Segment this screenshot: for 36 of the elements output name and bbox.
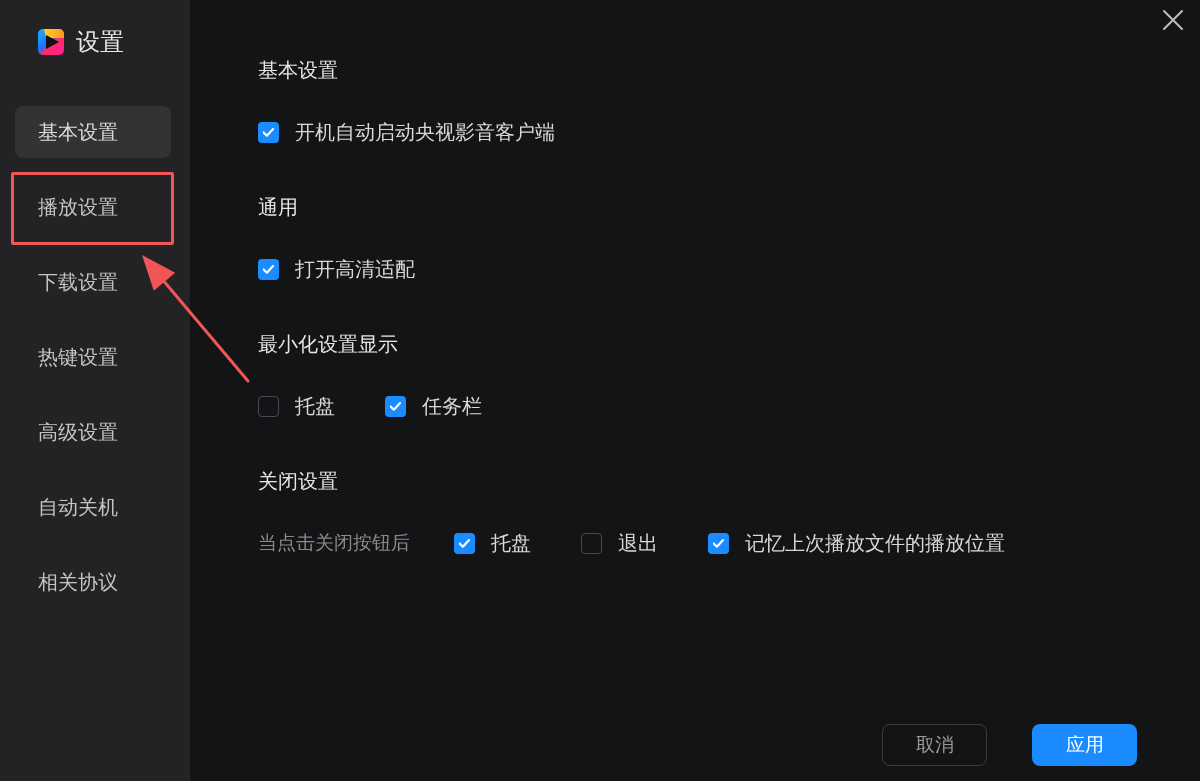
section-title: 通用 <box>258 194 298 221</box>
checkbox-label: 记忆上次播放文件的播放位置 <box>745 529 1005 557</box>
check-icon <box>713 538 724 548</box>
sidebar-item[interactable]: 播放设置 <box>15 181 171 233</box>
close-icon <box>1162 9 1184 31</box>
cancel-button[interactable]: 取消 <box>882 724 987 766</box>
logo-icon <box>38 29 64 55</box>
checkbox-label: 退出 <box>618 529 658 557</box>
checkbox[interactable] <box>708 532 729 554</box>
check-icon <box>390 401 401 411</box>
checkbox[interactable] <box>581 532 602 554</box>
check-icon <box>459 538 470 548</box>
sidebar-item[interactable]: 相关协议 <box>15 556 171 608</box>
checkbox[interactable] <box>454 532 475 554</box>
checkbox-label: 打开高清适配 <box>295 255 415 283</box>
section-title: 基本设置 <box>258 57 338 84</box>
checkbox[interactable] <box>385 395 406 417</box>
sidebar-item[interactable]: 高级设置 <box>15 406 171 458</box>
option-prompt: 当点击关闭按钮后 <box>258 530 410 555</box>
checkbox[interactable] <box>258 258 279 280</box>
checkbox[interactable] <box>258 395 279 417</box>
checkbox[interactable] <box>258 121 279 143</box>
check-icon <box>263 264 274 274</box>
check-icon <box>263 127 274 137</box>
checkbox-label: 托盘 <box>491 529 531 557</box>
checkbox-label: 开机自动启动央视影音客户端 <box>295 118 555 146</box>
sidebar-item[interactable]: 自动关机 <box>15 481 171 533</box>
window-title: 设置 <box>76 28 124 56</box>
close-button[interactable] <box>1161 8 1185 32</box>
sidebar-item[interactable]: 基本设置 <box>15 106 171 158</box>
sidebar-item[interactable]: 热键设置 <box>15 331 171 383</box>
checkbox-label: 任务栏 <box>422 392 482 420</box>
sidebar-item[interactable]: 下载设置 <box>15 256 171 308</box>
section-title: 最小化设置显示 <box>258 331 398 358</box>
section-title: 关闭设置 <box>258 468 338 495</box>
checkbox-label: 托盘 <box>295 392 335 420</box>
